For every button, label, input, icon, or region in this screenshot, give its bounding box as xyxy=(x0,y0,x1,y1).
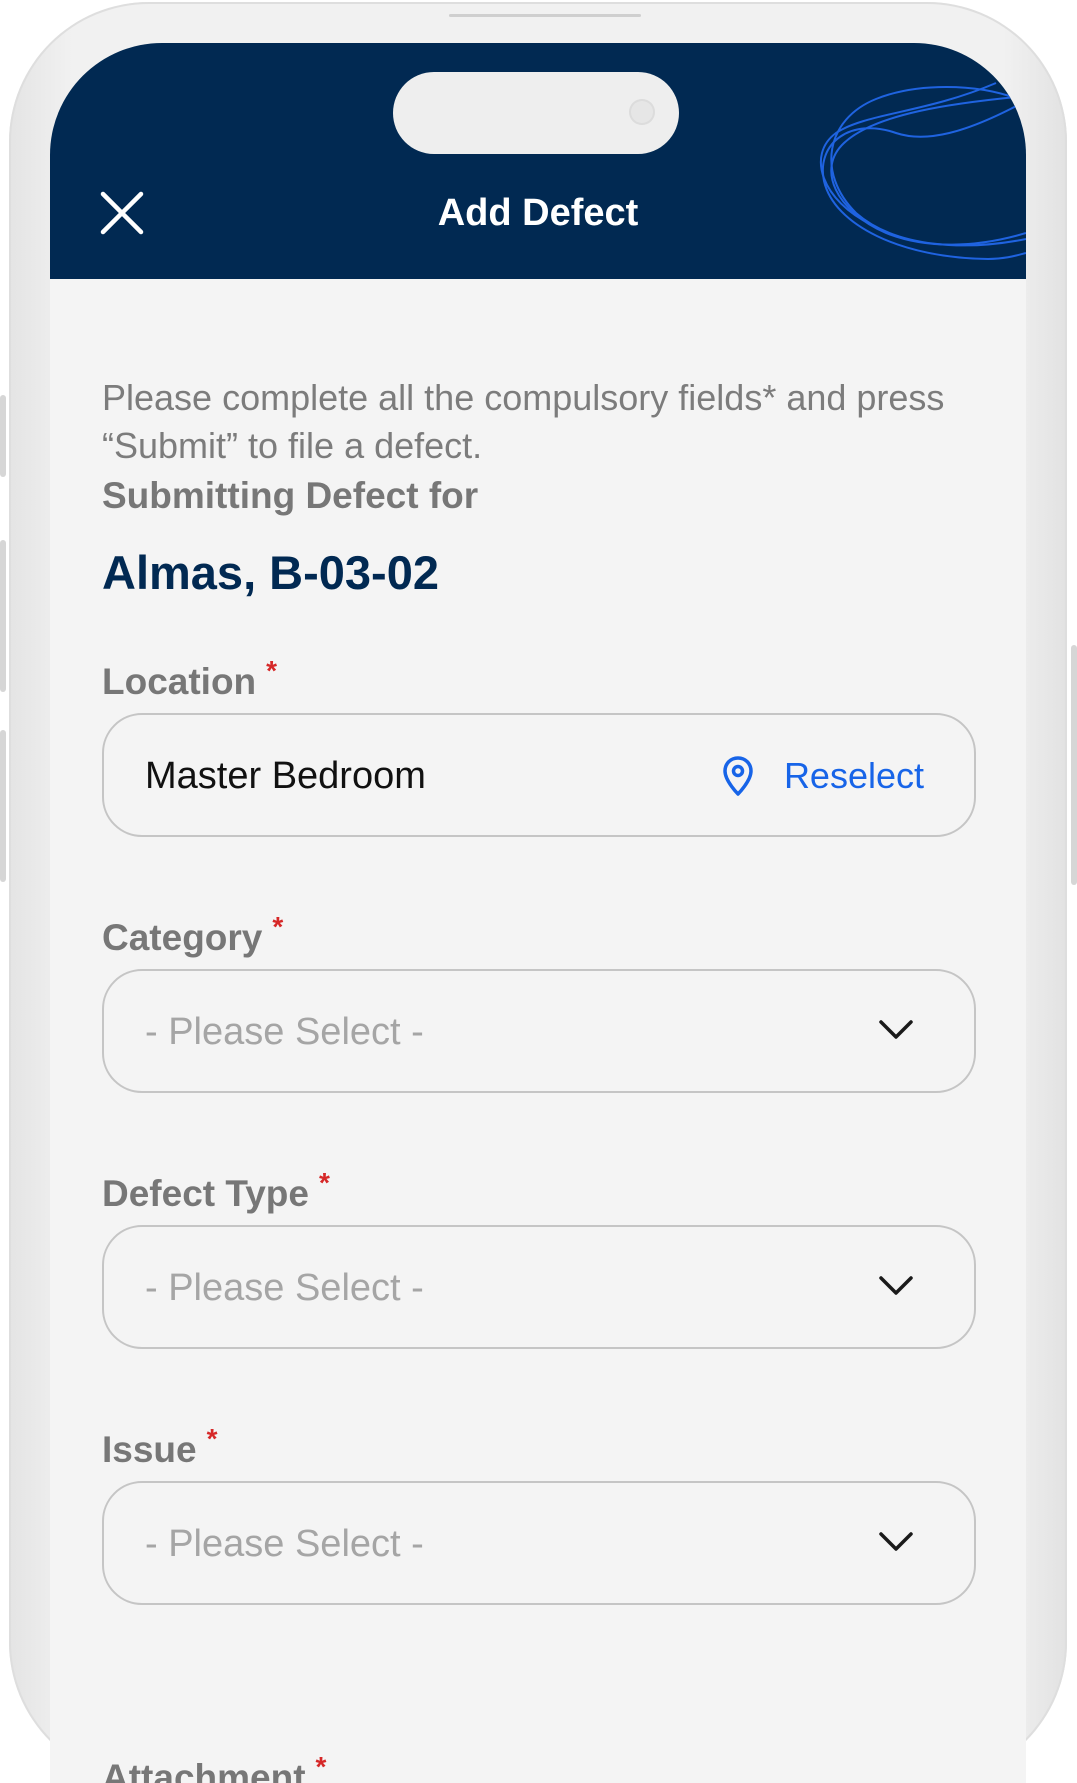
attachment-label-text: Attachment xyxy=(102,1757,306,1783)
defect-type-placeholder: - Please Select - xyxy=(145,1267,424,1309)
issue-label: Issue * xyxy=(102,1417,218,1472)
dynamic-island xyxy=(393,72,679,154)
app-header: Add Defect xyxy=(50,43,1026,279)
category-label: Category * xyxy=(102,905,283,960)
defect-type-select[interactable]: - Please Select - xyxy=(102,1225,976,1349)
speaker-grille xyxy=(449,14,641,17)
category-placeholder: - Please Select - xyxy=(145,1011,424,1053)
unit-name: Almas, B-03-02 xyxy=(102,546,439,599)
reselect-button[interactable]: Reselect xyxy=(722,751,924,801)
location-label-text: Location xyxy=(102,661,257,702)
defect-type-label: Defect Type * xyxy=(102,1161,330,1216)
defect-type-label-text: Defect Type xyxy=(102,1173,309,1214)
location-label: Location * xyxy=(102,649,277,704)
volume-down-button xyxy=(0,730,6,882)
intro-text: Please complete all the compulsory field… xyxy=(102,377,945,466)
location-field[interactable]: Master Bedroom Reselect xyxy=(102,713,976,837)
required-marker: * xyxy=(266,655,278,686)
page-title: Add Defect xyxy=(437,192,639,234)
chevron-down-icon xyxy=(879,1532,913,1551)
map-pin-icon xyxy=(723,756,753,796)
issue-label-text: Issue xyxy=(102,1429,197,1470)
decorative-waves xyxy=(819,82,1026,261)
volume-up-button xyxy=(0,540,6,692)
reselect-label: Reselect xyxy=(783,755,924,796)
required-marker: * xyxy=(315,1751,327,1782)
chevron-down-icon xyxy=(879,1276,913,1295)
power-button xyxy=(1071,645,1077,885)
submitting-for-label: Submitting Defect for xyxy=(102,475,479,516)
app-screen: Add Defect Please complete all the compu… xyxy=(50,43,1026,1783)
category-select[interactable]: - Please Select - xyxy=(102,969,976,1093)
issue-select[interactable]: - Please Select - xyxy=(102,1481,976,1605)
required-marker: * xyxy=(272,911,284,942)
required-marker: * xyxy=(206,1423,218,1454)
category-label-text: Category xyxy=(102,917,263,958)
issue-placeholder: - Please Select - xyxy=(145,1523,424,1565)
required-marker: * xyxy=(319,1167,330,1198)
chevron-down-icon xyxy=(879,1020,913,1039)
camera-icon xyxy=(629,99,655,125)
attachment-label: Attachment * xyxy=(102,1745,326,1783)
silent-switch xyxy=(0,395,6,477)
location-value: Master Bedroom xyxy=(145,755,426,797)
